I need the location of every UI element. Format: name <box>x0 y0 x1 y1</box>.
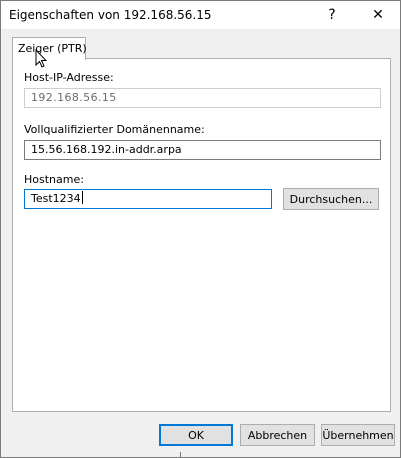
host-ip-label: Host-IP-Adresse: <box>24 71 114 84</box>
close-icon[interactable]: ✕ <box>356 1 400 29</box>
apply-button[interactable]: Übernehmen <box>321 424 395 446</box>
fqdn-field[interactable]: 15.56.168.192.in-addr.arpa <box>24 140 381 160</box>
window-title: Eigenschaften von 192.168.56.15 <box>9 8 212 22</box>
help-icon[interactable]: ? <box>310 1 354 29</box>
tab-zeiger-ptr[interactable]: Zeiger (PTR) <box>12 37 87 60</box>
ok-button[interactable]: OK <box>159 424 233 446</box>
title-bar: Eigenschaften von 192.168.56.15 ? ✕ <box>1 1 400 29</box>
properties-dialog: Eigenschaften von 192.168.56.15 ? ✕ Zeig… <box>0 0 401 458</box>
tab-label: Zeiger (PTR) <box>18 42 87 55</box>
fqdn-label: Vollqualifizierter Domänenname: <box>24 123 205 136</box>
hostname-label: Hostname: <box>24 173 84 186</box>
cancel-button[interactable]: Abbrechen <box>240 424 315 446</box>
hostname-value: Test1234 <box>31 192 81 205</box>
hostname-input[interactable]: Test1234 <box>24 189 272 209</box>
host-ip-field: 192.168.56.15 <box>24 88 381 108</box>
mouse-pointer-icon <box>35 49 47 68</box>
tab-panel: Host-IP-Adresse: 192.168.56.15 Vollquali… <box>12 58 391 412</box>
window-edge-divider <box>180 452 181 458</box>
browse-button[interactable]: Durchsuchen... <box>283 188 379 210</box>
text-caret <box>81 191 83 204</box>
